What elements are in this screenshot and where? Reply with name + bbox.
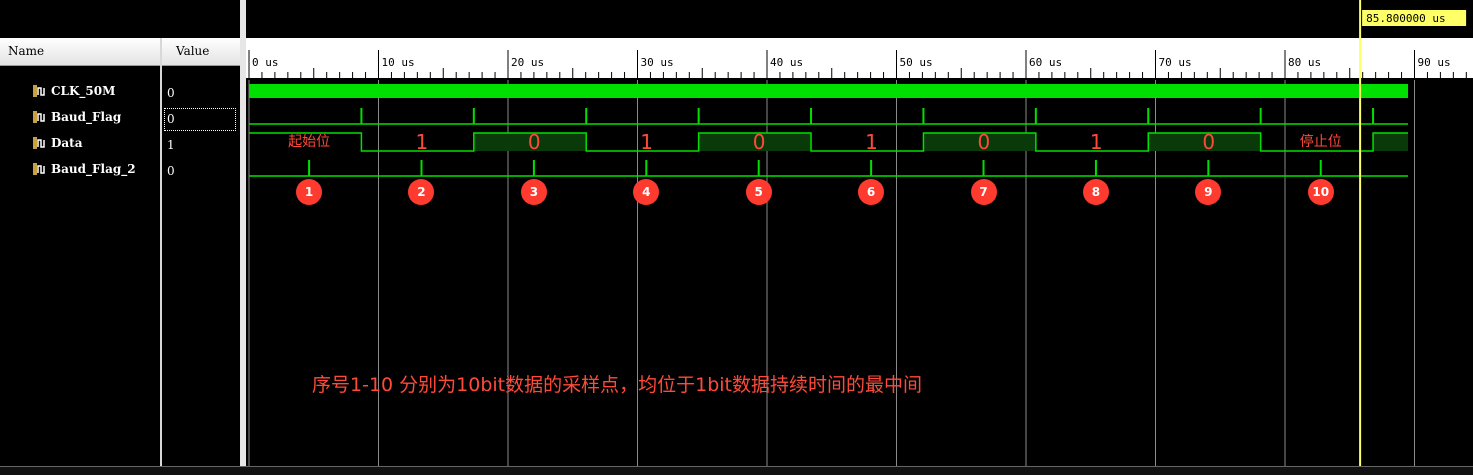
sample-point-marker: 1 (296, 179, 323, 205)
tick-label: 40 us (770, 56, 803, 69)
signal-row-baud-flag-2[interactable]: Baud_Flag_2 0 (0, 158, 240, 184)
signal-value: 1 (167, 138, 175, 152)
clk-waveform (249, 84, 1409, 98)
bit-value-label: 0 (1202, 130, 1216, 154)
bit-value-label: 1 (415, 130, 429, 154)
signal-icon (33, 85, 45, 97)
tick-label: 60 us (1029, 56, 1062, 69)
signal-name: CLK_50M (51, 84, 116, 98)
bit-value-label: 1 (1089, 130, 1103, 154)
tick-label: 10 us (382, 56, 415, 69)
sample-point-marker: 10 (1307, 179, 1334, 205)
sample-point-marker: 3 (520, 179, 547, 205)
bit-value-label: 起始位 (288, 134, 331, 150)
bit-value-label: 1 (865, 130, 878, 154)
column-header: Name Value (0, 38, 240, 66)
signal-name-panel: Name Value CLK_50M 0 Baud_Flag 0 Data 1 … (0, 0, 240, 474)
sample-point-marker: 8 (1082, 179, 1109, 205)
signal-row-clk[interactable]: CLK_50M 0 (0, 80, 240, 106)
bit-value-label: 0 (977, 130, 991, 154)
signal-row-data[interactable]: Data 1 (0, 132, 240, 158)
signal-name: Baud_Flag_2 (51, 162, 136, 176)
panel-top-blank (0, 0, 240, 38)
signal-icon (33, 111, 45, 123)
tick-label: 30 us (641, 56, 674, 69)
signal-name: Data (51, 136, 83, 150)
sample-point-marker: 5 (745, 179, 772, 205)
bit-value-label: 停止位 (1299, 134, 1342, 150)
signal-name: Baud_Flag (51, 110, 122, 124)
bit-value-label: 1 (640, 130, 654, 154)
tick-label: 0 us (252, 56, 279, 69)
sample-point-marker: 6 (858, 179, 885, 205)
selected-value-box (164, 108, 236, 131)
sample-point-marker: 7 (970, 179, 997, 205)
data-high-fill (1373, 133, 1409, 151)
tick-label: 70 us (1159, 56, 1192, 69)
name-column-header[interactable]: Name (8, 44, 44, 58)
value-column-header[interactable]: Value (176, 44, 209, 58)
cursor-time-label: 85.800000 us (1366, 12, 1445, 25)
waveform-canvas[interactable]: 0 us 10 us 20 us 30 us 40 us 50 us 60 us 70 us 8… (246, 0, 1473, 474)
signal-value: 0 (167, 86, 175, 100)
signal-value: 0 (167, 164, 175, 178)
tick-label: 80 us (1288, 56, 1321, 69)
tick-label: 90 us (1418, 56, 1451, 69)
signal-row-baud-flag[interactable]: Baud_Flag 0 (0, 106, 240, 132)
tick-label: 50 us (900, 56, 933, 69)
bit-value-label: 0 (527, 130, 541, 154)
annotation-note: 序号1-10 分别为10bit数据的采样点，均位于1bit数据持续时间的最中间 (312, 374, 923, 396)
signal-icon (33, 137, 45, 149)
signal-value: 0 (167, 112, 175, 126)
bit-value-label: 0 (752, 130, 766, 154)
time-ruler: 0 us 10 us 20 us 30 us 40 us 50 us 60 us 70 us 8… (246, 38, 1473, 78)
tick-label: 20 us (511, 56, 544, 69)
signal-icon (33, 163, 45, 175)
